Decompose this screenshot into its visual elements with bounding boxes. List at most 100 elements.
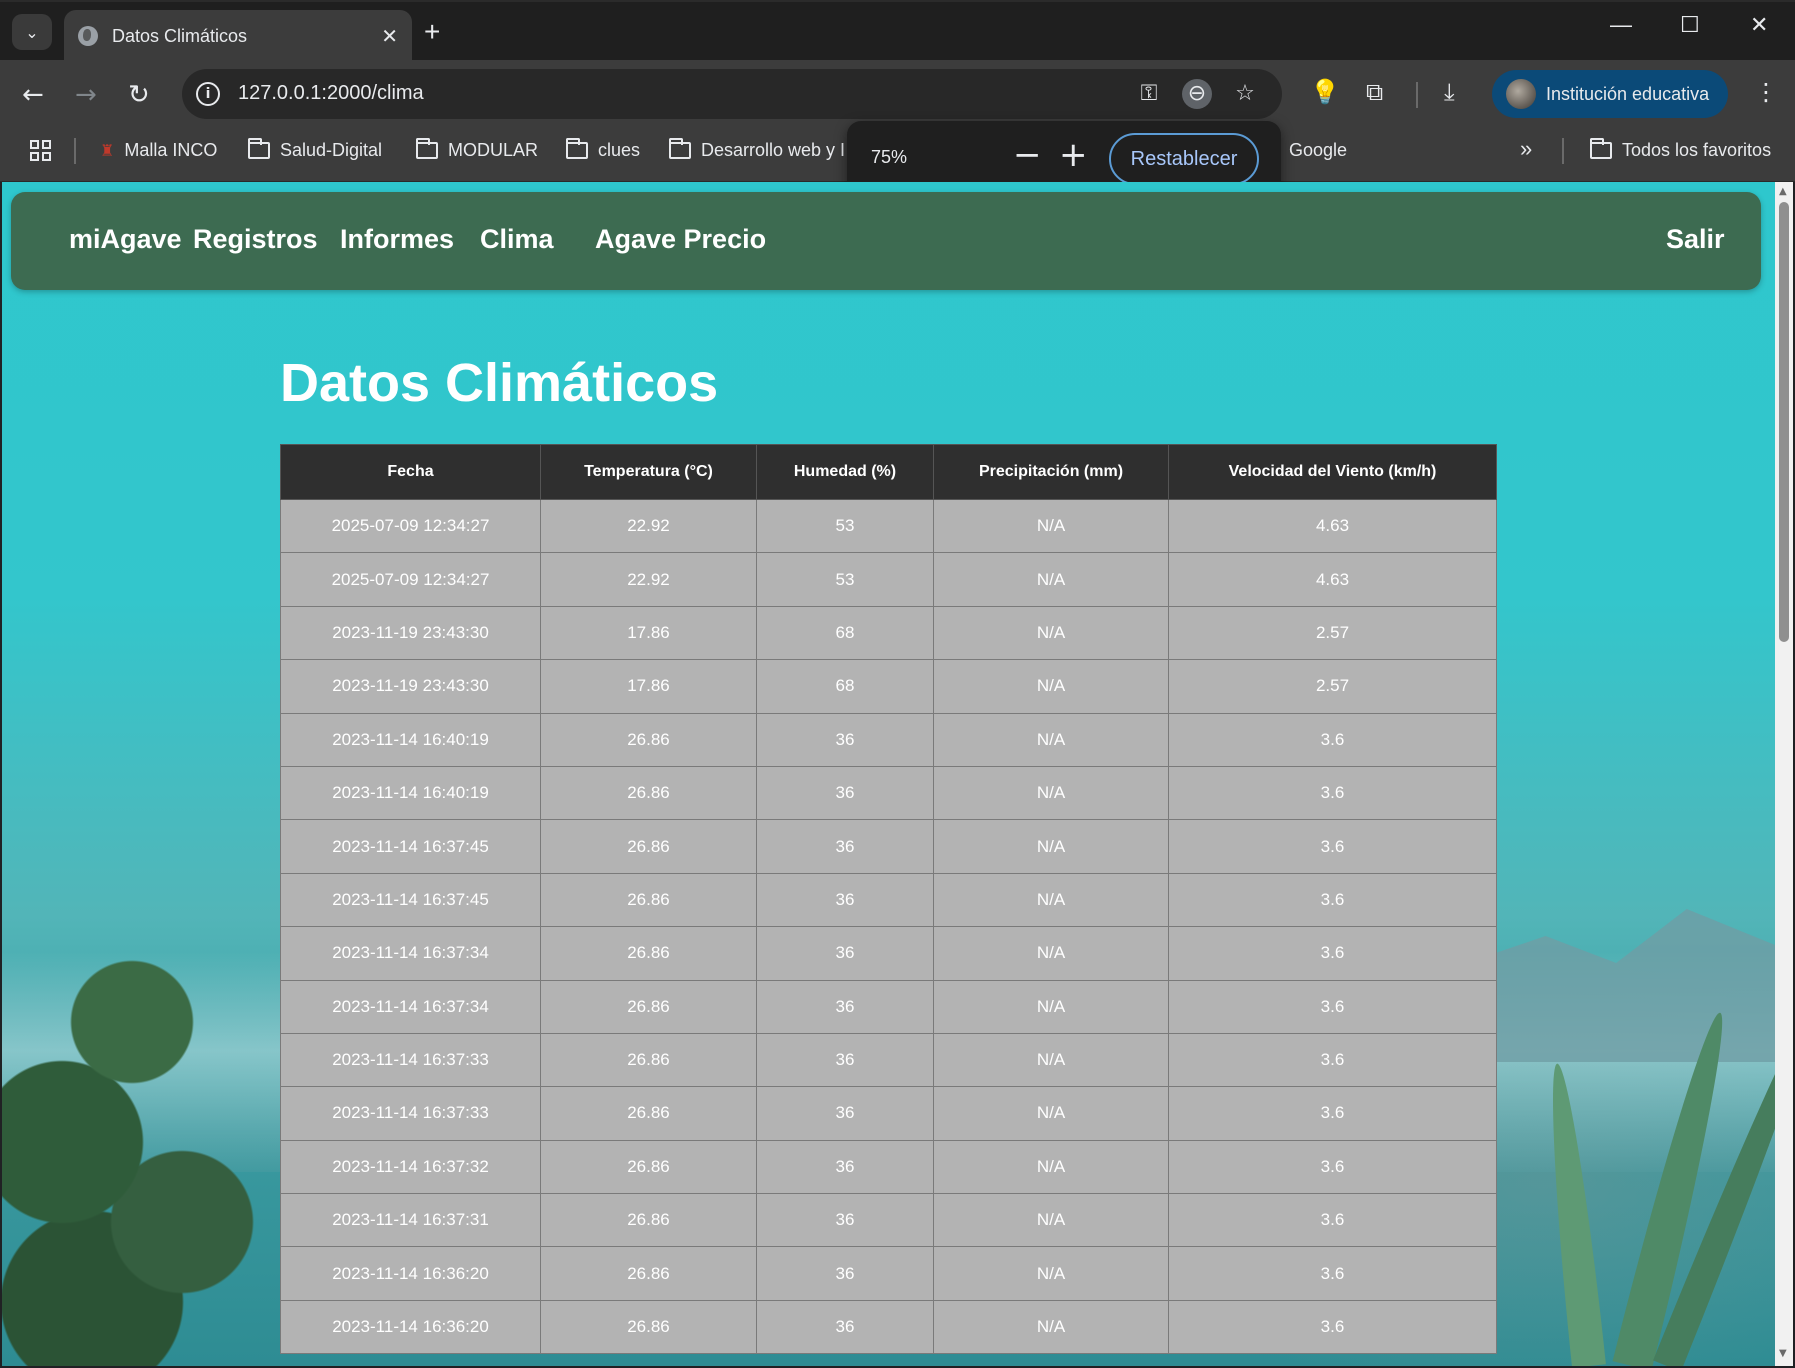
scrollbar-thumb[interactable] <box>1779 202 1789 642</box>
column-header: Velocidad del Viento (km/h) <box>1168 444 1497 500</box>
table-cell: 3.6 <box>1168 1086 1497 1141</box>
bookmark-google[interactable]: Google <box>1289 140 1347 161</box>
bookmarks-overflow-button[interactable]: » <box>1520 136 1532 162</box>
active-tab[interactable]: Datos Climáticos ✕ <box>64 10 412 62</box>
table-row: 2023-11-19 23:43:30 17.86 68 N/A 2.57 <box>280 659 1497 714</box>
bookmark-folder-salud-digital[interactable]: Salud-Digital <box>248 138 382 161</box>
zoom-out-icon[interactable]: ⊖ <box>1182 79 1212 109</box>
brand-link[interactable]: miAgave <box>69 224 182 255</box>
page-scrollbar[interactable]: ▲ ▼ <box>1775 182 1793 1366</box>
table-cell: 26.86 <box>540 1139 757 1195</box>
bookmarks-divider <box>74 138 76 164</box>
scroll-down-arrow-icon[interactable]: ▼ <box>1779 1348 1787 1359</box>
logout-link[interactable]: Salir <box>1666 224 1725 255</box>
table-cell: 2023-11-19 23:43:30 <box>280 605 541 661</box>
tab-close-icon[interactable]: ✕ <box>381 24 398 48</box>
forward-arrow-icon[interactable]: → <box>75 80 97 110</box>
table-cell: N/A <box>933 552 1169 607</box>
zoom-plus-button[interactable]: + <box>1059 135 1088 175</box>
profile-button[interactable]: Institución educativa <box>1492 70 1728 118</box>
table-cell: 36 <box>756 1032 934 1088</box>
menu-kebab-icon[interactable]: ⋮ <box>1754 78 1778 106</box>
zoom-reset-button[interactable]: Restablecer <box>1109 133 1259 185</box>
all-bookmarks-folder[interactable]: Todos los favoritos <box>1590 138 1771 161</box>
table-cell: 4.63 <box>1168 498 1497 554</box>
table-cell: N/A <box>933 1299 1169 1355</box>
close-window-button[interactable]: ✕ <box>1750 12 1768 38</box>
tab-search-button[interactable]: ⌄ <box>12 14 52 50</box>
lightbulb-icon[interactable]: 💡 <box>1310 78 1340 106</box>
zoom-minus-button[interactable]: − <box>1013 135 1042 175</box>
new-tab-button[interactable]: + <box>424 16 440 48</box>
toolbar-divider <box>1416 82 1418 108</box>
nav-link-registros[interactable]: Registros <box>193 224 318 255</box>
inco-favicon-icon: ♜ <box>100 142 115 160</box>
minimize-button[interactable]: — <box>1610 12 1632 38</box>
main-navbar: miAgave Registros Informes Clima Agave P… <box>11 192 1761 290</box>
table-cell: 2023-11-14 16:37:33 <box>280 1086 541 1141</box>
table-cell: N/A <box>933 659 1169 714</box>
nav-link-clima[interactable]: Clima <box>480 224 554 255</box>
background-plant-left <box>2 882 282 1366</box>
table-cell: 2023-11-14 16:40:19 <box>280 712 541 767</box>
table-cell: 36 <box>756 872 934 928</box>
table-cell: 2023-11-19 23:43:30 <box>280 659 541 714</box>
table-cell: 2023-11-14 16:40:19 <box>280 765 541 821</box>
table-cell: 3.6 <box>1168 1139 1497 1195</box>
table-cell: 3.6 <box>1168 1193 1497 1248</box>
maximize-button[interactable]: ☐ <box>1680 12 1700 38</box>
bookmark-folder-desarrollo-web[interactable]: Desarrollo web y I <box>669 138 845 161</box>
table-cell: N/A <box>933 979 1169 1034</box>
table-cell: 36 <box>756 1246 934 1301</box>
apps-grid-icon[interactable] <box>30 140 52 162</box>
key-icon[interactable]: ⚿ <box>1134 79 1164 109</box>
table-row: 2023-11-14 16:37:33 26.86 36 N/A 3.6 <box>280 1032 1497 1088</box>
table-row: 2023-11-14 16:37:33 26.86 36 N/A 3.6 <box>280 1086 1497 1141</box>
table-cell: 3.6 <box>1168 712 1497 767</box>
nav-link-informes[interactable]: Informes <box>340 224 454 255</box>
table-cell: 2.57 <box>1168 659 1497 714</box>
column-header: Precipitación (mm) <box>933 444 1169 500</box>
table-cell: 36 <box>756 1139 934 1195</box>
table-cell: 26.86 <box>540 1193 757 1248</box>
address-bar[interactable]: i 127.0.0.1:2000/clima ⚿ ⊖ ☆ <box>182 69 1282 119</box>
url-text[interactable]: 127.0.0.1:2000/clima <box>238 82 424 105</box>
table-cell: 2025-07-09 12:34:27 <box>280 498 541 554</box>
bookmarks-divider-right <box>1562 138 1564 164</box>
scroll-up-arrow-icon[interactable]: ▲ <box>1779 186 1787 197</box>
table-cell: 26.86 <box>540 872 757 928</box>
table-cell: 68 <box>756 659 934 714</box>
table-cell: 53 <box>756 552 934 607</box>
table-row: 2023-11-14 16:37:45 26.86 36 N/A 3.6 <box>280 819 1497 874</box>
column-header: Fecha <box>280 444 541 500</box>
page-viewport: miAgave Registros Informes Clima Agave P… <box>2 182 1775 1366</box>
nav-link-agave-precio[interactable]: Agave Precio <box>595 224 766 255</box>
star-icon[interactable]: ☆ <box>1230 79 1260 109</box>
table-cell: 2023-11-14 16:37:45 <box>280 819 541 874</box>
table-cell: 26.86 <box>540 1032 757 1088</box>
profile-label: Institución educativa <box>1546 83 1710 104</box>
table-row: 2023-11-14 16:37:32 26.86 36 N/A 3.6 <box>280 1139 1497 1195</box>
table-cell: 4.63 <box>1168 552 1497 607</box>
back-arrow-icon[interactable]: ← <box>22 80 44 110</box>
download-icon[interactable]: ⤓ <box>1444 78 1455 106</box>
tab-title: Datos Climáticos <box>112 25 248 46</box>
table-cell: N/A <box>933 1139 1169 1195</box>
table-cell: 2023-11-14 16:36:20 <box>280 1299 541 1355</box>
table-cell: 53 <box>756 498 934 554</box>
bookmark-folder-clues[interactable]: clues <box>566 138 640 161</box>
table-cell: 26.86 <box>540 1086 757 1141</box>
table-cell: 2023-11-14 16:37:45 <box>280 872 541 928</box>
site-info-icon[interactable]: i <box>196 82 220 106</box>
table-cell: 3.6 <box>1168 979 1497 1034</box>
bookmark-malla-inco[interactable]: ♜ Malla INCO <box>100 140 217 161</box>
table-cell: 36 <box>756 1086 934 1141</box>
table-cell: 3.6 <box>1168 1032 1497 1088</box>
chevron-down-icon: ⌄ <box>25 22 39 42</box>
reload-icon[interactable]: ↻ <box>128 80 150 110</box>
table-row: 2023-11-14 16:40:19 26.86 36 N/A 3.6 <box>280 712 1497 767</box>
table-row: 2023-11-14 16:40:19 26.86 36 N/A 3.6 <box>280 765 1497 821</box>
table-cell: 26.86 <box>540 712 757 767</box>
extensions-icon[interactable]: ⧉ <box>1366 78 1383 106</box>
bookmark-folder-modular[interactable]: MODULAR <box>416 138 538 161</box>
